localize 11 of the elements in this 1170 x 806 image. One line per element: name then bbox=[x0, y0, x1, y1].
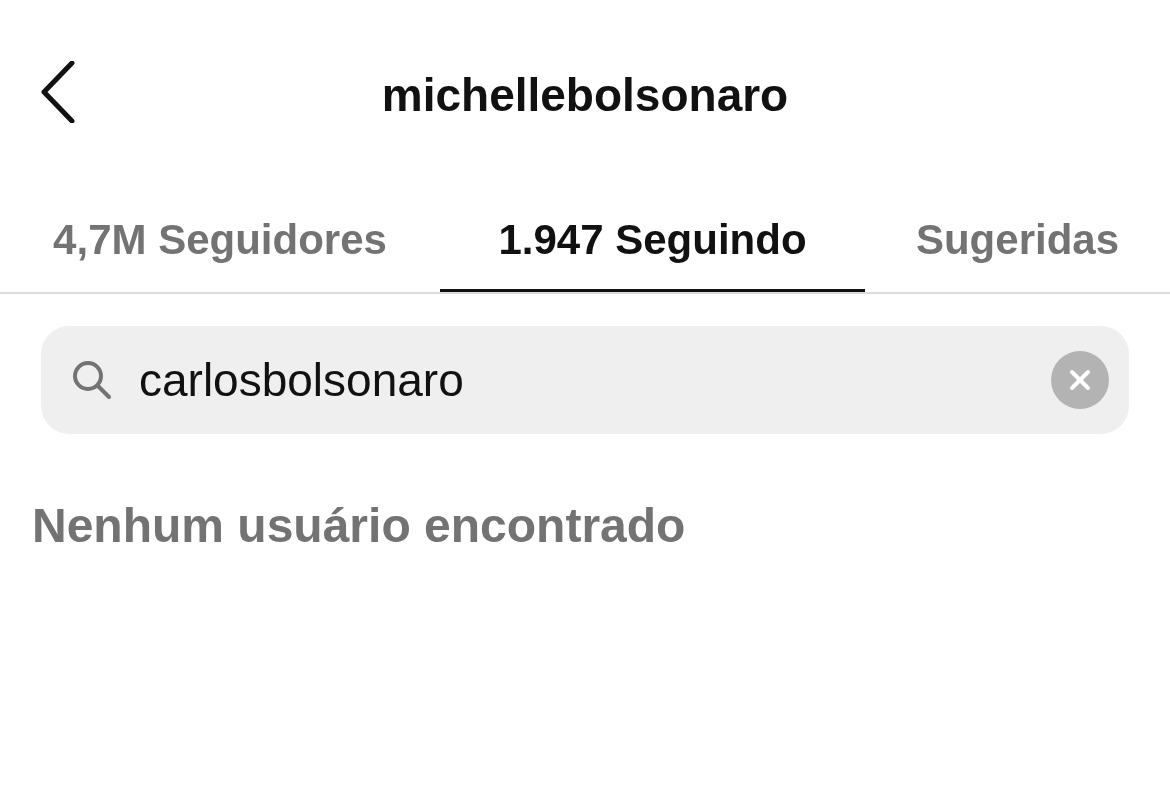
search-field[interactable]: carlosbolsonaro bbox=[41, 326, 1129, 434]
back-button[interactable] bbox=[38, 60, 78, 124]
tab[interactable]: 1.947 Seguindo bbox=[440, 190, 865, 292]
back-icon bbox=[40, 61, 76, 123]
search-input[interactable]: carlosbolsonaro bbox=[139, 345, 1051, 415]
tab[interactable]: 4,7M Seguidores bbox=[0, 190, 440, 292]
tab[interactable]: Sugeridas bbox=[865, 190, 1170, 292]
profile-username: michellebolsonaro bbox=[381, 67, 789, 123]
empty-message: Nenhum usuário encontrado bbox=[32, 499, 686, 552]
close-icon bbox=[1069, 369, 1091, 391]
search-icon bbox=[71, 359, 113, 401]
